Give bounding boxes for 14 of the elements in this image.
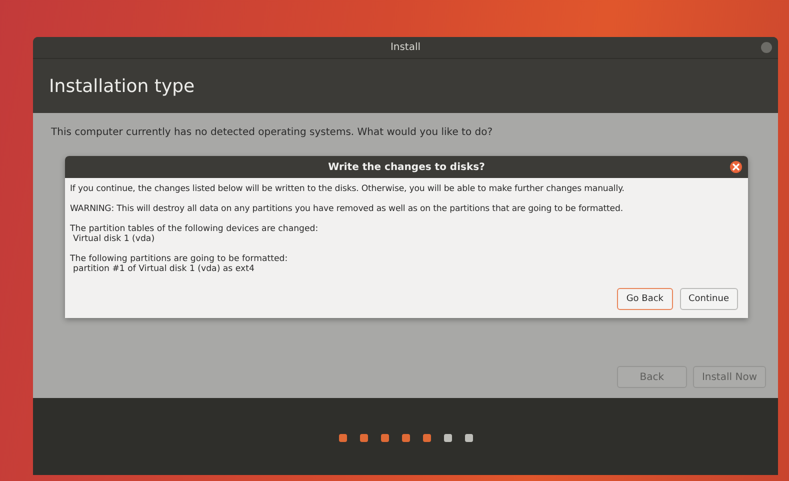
section-detail: partition #1 of Virtual disk 1 (vda) as ext4 <box>72 264 256 274</box>
section-heading: The partition tables of the following devices are changed: <box>70 224 320 234</box>
section-heading: The following partitions are going to be formatted: <box>70 254 289 264</box>
close-icon <box>732 163 740 171</box>
section-detail: Virtual disk 1 (vda) <box>72 234 156 244</box>
close-button[interactable] <box>730 161 742 173</box>
dialog-text: If you continue, the changes listed below will be written to the disks. Otherwise, you will be able to make further changes manually. <box>70 184 626 194</box>
page-title: Installation type <box>49 76 195 96</box>
dialog-button[interactable]: Continue <box>680 288 738 310</box>
dialog-text: WARNING: This will destroy all data on any partitions you have removed as well as on the partitions that are going to be formatted. <box>70 204 624 214</box>
dialog-title: Write the changes to disks? <box>328 162 485 172</box>
dialog-button[interactable]: Go Back <box>617 288 673 310</box>
question-text: This computer currently has no detected operating systems. What would you like to do? <box>51 127 494 138</box>
window-title: Install <box>390 42 421 53</box>
